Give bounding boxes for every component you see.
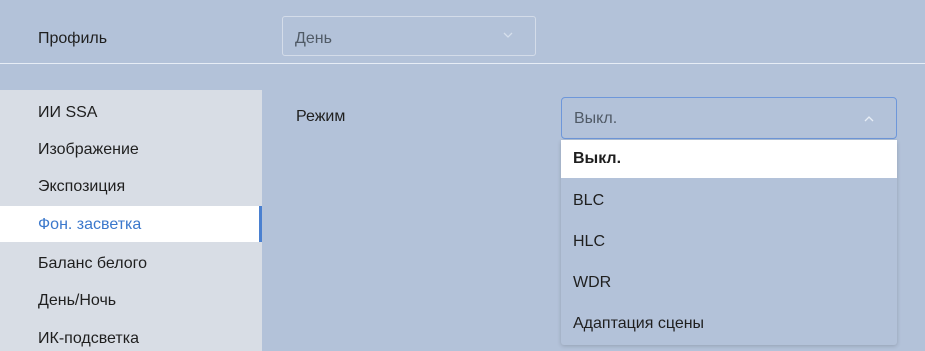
chevron-down-icon: [501, 28, 515, 42]
sidebar-item-day-night[interactable]: День/Ночь: [38, 292, 116, 310]
mode-select[interactable]: Выкл.: [561, 97, 897, 139]
mode-option-wdr[interactable]: WDR: [561, 264, 897, 302]
mode-option-off[interactable]: Выкл.: [561, 140, 897, 178]
profile-label: Профиль: [38, 30, 108, 47]
sidebar-item-ssa[interactable]: ИИ SSA: [38, 104, 97, 122]
active-item-indicator: [259, 206, 262, 242]
sidebar-item-ir-light[interactable]: ИК-подсветка: [38, 330, 139, 348]
sidebar-item-backlight[interactable]: Фон. засветка: [38, 216, 141, 234]
mode-label: Режим: [296, 108, 346, 125]
sidebar-item-exposure[interactable]: Экспозиция: [38, 178, 125, 196]
mode-option-blc[interactable]: BLC: [561, 182, 897, 220]
mode-dropdown-menu: Выкл. BLC HLC WDR Адаптация сцены: [561, 140, 897, 345]
mode-select-value: Выкл.: [574, 110, 618, 127]
sidebar-item-image[interactable]: Изображение: [38, 141, 139, 159]
top-bar: Профиль День: [0, 0, 925, 64]
profile-select[interactable]: День: [282, 16, 536, 56]
mode-option-scene-adaptation[interactable]: Адаптация сцены: [561, 305, 897, 343]
chevron-up-icon: [862, 112, 876, 126]
sidebar-item-white-balance[interactable]: Баланс белого: [38, 255, 147, 273]
mode-option-hlc[interactable]: HLC: [561, 223, 897, 261]
sidebar: ИИ SSA Изображение Экспозиция Фон. засве…: [0, 90, 262, 351]
profile-select-value: День: [295, 30, 332, 47]
